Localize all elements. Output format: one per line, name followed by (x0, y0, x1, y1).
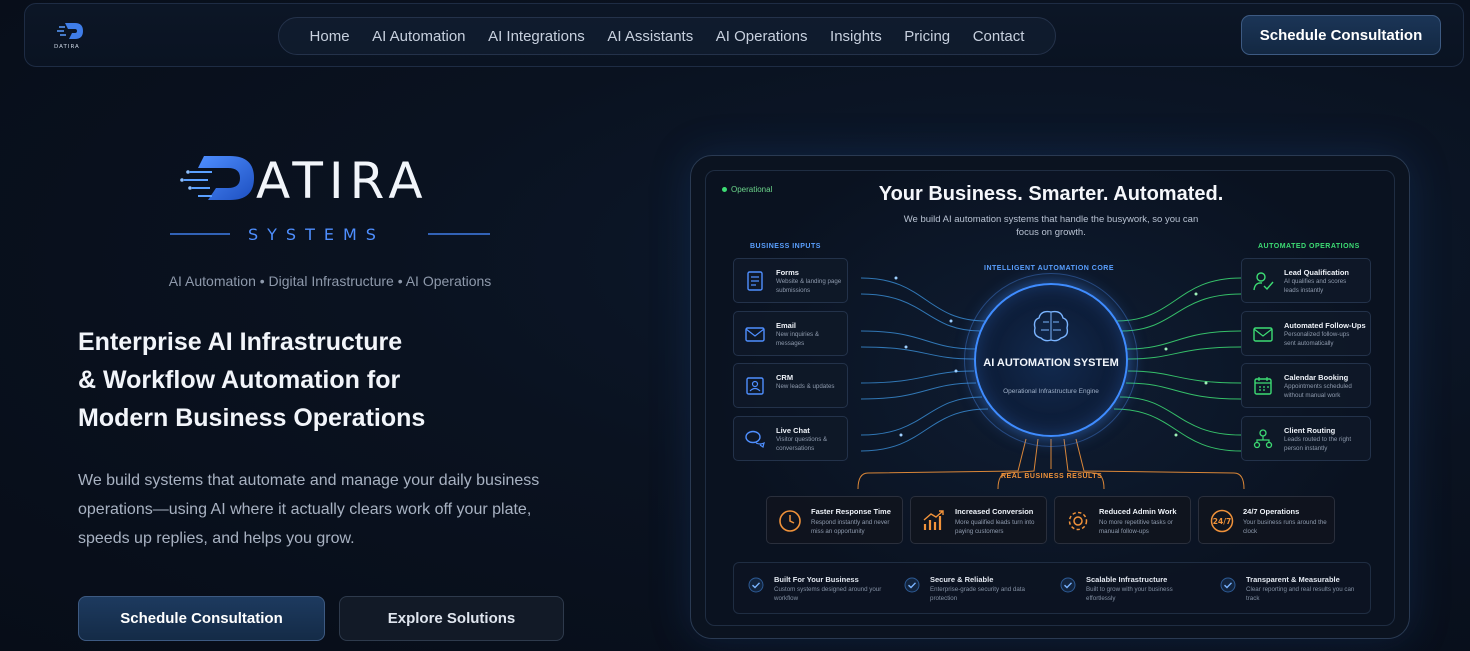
feature-desc: Enterprise-grade security and data prote… (930, 586, 1025, 602)
op-title: Client Routing (1284, 426, 1336, 435)
op-title: Calendar Booking (1284, 373, 1349, 382)
check-circle-icon (748, 577, 764, 593)
nav-contact[interactable]: Contact (973, 28, 1025, 45)
result-title: 24/7 Operations (1243, 507, 1300, 516)
nav-home[interactable]: Home (310, 28, 350, 45)
chat-icon (745, 430, 765, 448)
feature-title: Scalable Infrastructure (1086, 575, 1168, 584)
result-desc: Respond instantly and never miss an oppo… (811, 519, 890, 535)
op-desc: Leads routed to the right person instant… (1284, 436, 1352, 452)
operations-label: AUTOMATED OPERATIONS (1258, 243, 1360, 250)
op-desc: Personalized follow-ups sent automatical… (1284, 331, 1350, 347)
header-schedule-button[interactable]: Schedule Consultation (1241, 15, 1441, 55)
nav-ai-assistants[interactable]: AI Assistants (607, 28, 693, 45)
mail-send-icon (1253, 327, 1273, 342)
calendar-icon (1254, 377, 1272, 395)
clock-icon (779, 510, 801, 532)
feature-title: Built For Your Business (774, 575, 859, 584)
datira-brand-logo: ATIRA SYSTEMS (170, 152, 490, 244)
explore-solutions-button[interactable]: Explore Solutions (339, 596, 564, 641)
hero-description: We build systems that automate and manag… (78, 472, 540, 547)
core-title: AI AUTOMATION SYSTEM (983, 357, 1119, 369)
automation-diagram-frame: Operational Your Business. Smarter. Auto… (690, 155, 1410, 639)
core-subtitle: Operational Infrastructure Engine (1003, 388, 1099, 395)
brain-icon (1033, 310, 1069, 342)
nav-insights[interactable]: Insights (830, 28, 882, 45)
feature-desc: Custom systems designed around your work… (774, 586, 882, 602)
features-bar: Built For Your Business Custom systems d… (733, 562, 1371, 614)
input-title: Email (776, 321, 797, 330)
diagram-subtitle: We build AI automation systems that hand… (903, 214, 1199, 238)
op-card-calendar-booking: Calendar Booking Appointments scheduled … (1241, 363, 1371, 408)
result-desc: Your business runs around the clock (1243, 519, 1327, 535)
results-label: REAL BUSINESS RESULTS (1001, 473, 1103, 480)
input-card-crm: CRM New leads & updates (733, 363, 848, 408)
input-card-email: Email New inquiries & messages (733, 311, 848, 356)
feature-title: Secure & Reliable (930, 575, 994, 584)
result-card-response-time: Faster Response Time Respond instantly a… (766, 496, 903, 544)
op-title: Automated Follow-Ups (1284, 321, 1366, 330)
op-card-follow-ups: Automated Follow-Ups Personalized follow… (1241, 311, 1371, 356)
result-card-admin-work: Reduced Admin Work No more repetitive ta… (1054, 496, 1191, 544)
input-title: Forms (776, 268, 799, 277)
routing-icon (1253, 429, 1273, 449)
datira-logo-icon[interactable]: DATIRA (53, 20, 89, 50)
brand-subtitle: SYSTEMS (248, 225, 385, 244)
op-desc: AI qualifies and scores leads instantly (1284, 278, 1347, 294)
headline-line-2: & Workflow Automation for (78, 366, 401, 394)
nav-ai-operations[interactable]: AI Operations (716, 28, 808, 45)
headline-line-3: Modern Business Operations (78, 404, 426, 432)
feature-desc: Clear reporting and real results you can… (1246, 586, 1355, 602)
feature-desc: Built to grow with your business effortl… (1086, 586, 1173, 602)
feature-title: Transparent & Measurable (1246, 575, 1340, 584)
nav-ai-integrations[interactable]: AI Integrations (488, 28, 585, 45)
input-desc: Website & landing page submissions (776, 278, 842, 294)
brand-name: ATIRA (256, 152, 429, 210)
nav-pricing[interactable]: Pricing (904, 28, 950, 45)
form-icon (747, 271, 763, 291)
24-7-icon: 24/7 (1210, 509, 1234, 533)
input-title: CRM (776, 373, 794, 382)
automation-diagram: Operational Your Business. Smarter. Auto… (705, 170, 1395, 626)
input-desc: New leads & updates (776, 383, 835, 390)
user-check-icon (1253, 272, 1274, 291)
op-desc: Appointments scheduled without manual wo… (1284, 383, 1352, 399)
svg-text:24/7: 24/7 (1213, 517, 1231, 526)
crm-icon (746, 377, 764, 395)
inputs-label: BUSINESS INPUTS (750, 243, 821, 250)
result-card-24-7: 24/7 24/7 Operations Your business runs … (1198, 496, 1335, 544)
hero-tagline: AI Automation • Digital Infrastructure •… (168, 273, 492, 289)
logo-small-text: DATIRA (54, 44, 80, 50)
result-desc: More qualified leads turn into paying cu… (955, 519, 1035, 535)
check-circle-icon (904, 577, 920, 593)
result-title: Reduced Admin Work (1099, 507, 1177, 516)
core-label: INTELLIGENT AUTOMATION CORE (984, 265, 1115, 272)
site-header: DATIRA Home AI Automation AI Integration… (24, 3, 1464, 67)
input-card-live-chat: Live Chat Visitor questions & conversati… (733, 416, 848, 461)
check-circle-icon (1220, 577, 1236, 593)
result-card-conversion: Increased Conversion More qualified lead… (910, 496, 1047, 544)
op-card-client-routing: Client Routing Leads routed to the right… (1241, 416, 1371, 461)
headline-line-1: Enterprise AI Infrastructure (78, 328, 403, 356)
email-icon (745, 327, 765, 342)
hero-headline: Enterprise AI Infrastructure & Workflow … (78, 323, 538, 437)
result-title: Increased Conversion (955, 507, 1034, 516)
input-desc: Visitor questions & conversations (776, 436, 828, 452)
input-title: Live Chat (776, 426, 810, 435)
nav-ai-automation[interactable]: AI Automation (372, 28, 465, 45)
diagram-title: Your Business. Smarter. Automated. (878, 183, 1224, 205)
result-desc: No more repetitive tasks or manual follo… (1099, 519, 1173, 535)
result-title: Faster Response Time (811, 507, 891, 516)
op-card-lead-qualification: Lead Qualification AI qualifies and scor… (1241, 258, 1371, 303)
op-title: Lead Qualification (1284, 268, 1350, 277)
check-circle-icon (1060, 577, 1076, 593)
growth-chart-icon (923, 510, 944, 530)
schedule-consultation-button[interactable]: Schedule Consultation (78, 596, 325, 641)
input-card-forms: Forms Website & landing page submissions (733, 258, 848, 303)
input-desc: New inquiries & messages (776, 331, 819, 347)
gear-icon (1068, 511, 1088, 531)
main-nav: Home AI Automation AI Integrations AI As… (278, 17, 1056, 55)
